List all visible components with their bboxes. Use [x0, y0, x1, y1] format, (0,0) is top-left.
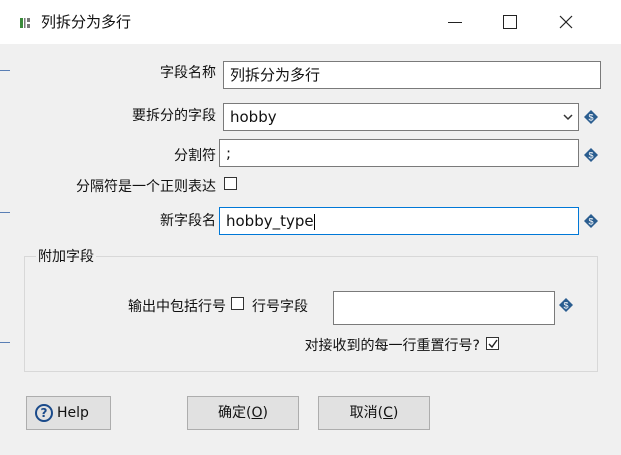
help-label: Help — [57, 405, 89, 421]
minimize-button[interactable] — [432, 0, 478, 44]
ok-accelerator: O — [251, 405, 263, 421]
ok-label-suffix: ) — [262, 405, 268, 421]
close-icon — [559, 15, 573, 29]
rownum-field-input[interactable] — [333, 291, 555, 325]
field-name-label: 字段名称 — [160, 65, 216, 81]
regex-label: 分隔符是一个正则表达 — [76, 179, 216, 195]
split-step-icon — [19, 16, 33, 30]
reset-rownum-checkbox[interactable] — [486, 337, 499, 350]
split-field-label: 要拆分的字段 — [132, 108, 216, 124]
cancel-button[interactable]: 取消(C) — [318, 396, 430, 430]
additional-fields-title: 附加字段 — [36, 246, 96, 266]
maximize-icon — [503, 15, 517, 29]
split-to-rows-dialog: 列拆分为多行 字段名称 列拆分为多行 要拆分的字段 hobby $ 分割符 ; … — [0, 0, 621, 455]
ok-button[interactable]: 确定(O) — [187, 396, 299, 430]
split-field-value: hobby — [230, 108, 277, 126]
delimiter-label: 分割符 — [174, 148, 216, 164]
help-icon: ? — [35, 404, 53, 422]
svg-text:$: $ — [588, 113, 593, 123]
svg-text:$: $ — [563, 301, 568, 311]
cancel-label-suffix: ) — [392, 405, 399, 421]
checkmark-icon — [488, 339, 498, 349]
edge-connector — [0, 342, 10, 343]
svg-text:$: $ — [588, 151, 593, 161]
field-name-input[interactable]: 列拆分为多行 — [223, 61, 601, 89]
variable-icon[interactable]: $ — [583, 213, 599, 229]
title-bar[interactable]: 列拆分为多行 — [0, 0, 621, 44]
edge-connector — [0, 70, 10, 71]
chevron-down-icon[interactable] — [562, 111, 574, 123]
text-cursor — [313, 213, 315, 230]
minimize-icon — [448, 22, 462, 23]
cancel-accelerator: C — [383, 405, 393, 421]
variable-icon[interactable]: $ — [583, 147, 599, 163]
variable-icon[interactable]: $ — [583, 109, 599, 125]
rownum-field-label: 行号字段 — [252, 299, 308, 315]
cancel-label: 取消( — [349, 405, 384, 421]
new-field-label: 新字段名 — [160, 213, 216, 229]
window-title: 列拆分为多行 — [41, 13, 132, 31]
include-rownum-checkbox[interactable] — [231, 297, 244, 310]
include-rownum-label: 输出中包括行号 — [128, 299, 226, 315]
edge-connector — [0, 212, 10, 213]
svg-text:$: $ — [588, 217, 593, 227]
maximize-button[interactable] — [487, 0, 533, 44]
reset-rownum-label: 对接收到的每一行重置行号? — [304, 338, 480, 354]
regex-checkbox[interactable] — [224, 177, 237, 190]
variable-icon[interactable]: $ — [558, 297, 574, 313]
close-button[interactable] — [543, 0, 589, 44]
help-button[interactable]: ? Help — [26, 396, 111, 430]
delimiter-input[interactable]: ; — [219, 139, 579, 167]
ok-label: 确定( — [218, 405, 252, 421]
split-field-combo[interactable]: hobby — [223, 103, 579, 131]
new-field-input[interactable]: hobby_type — [219, 207, 579, 235]
new-field-value: hobby_type — [226, 212, 314, 230]
